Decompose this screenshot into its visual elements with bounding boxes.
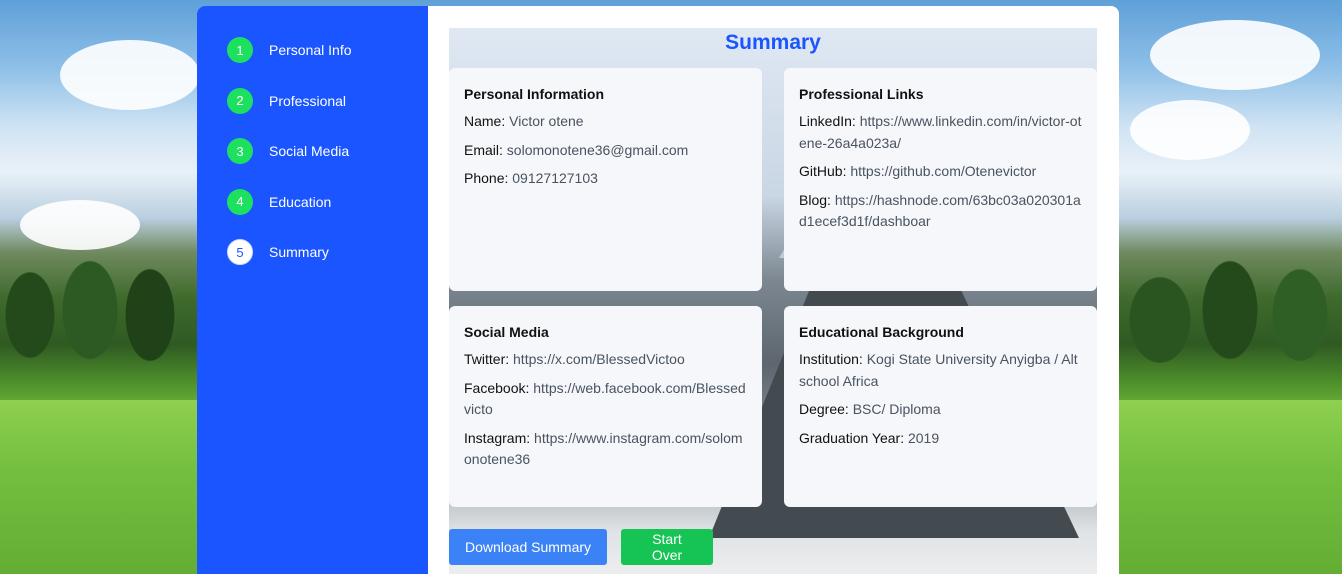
field-label: Facebook: (464, 379, 530, 396)
field-value: BSC/ Diploma (852, 401, 941, 417)
field-value: Victor otene (509, 113, 584, 129)
social-media-card: Social Media Twitter: https://x.com/Bles… (449, 306, 762, 507)
field-value: 09127127103 (512, 170, 598, 186)
step-label: Education (269, 193, 332, 210)
field-label: Name: (464, 113, 506, 129)
field-label: Email: (464, 141, 503, 158)
field-value: https://x.com/BlessedVictoo (513, 351, 685, 367)
step-number: 3 (227, 138, 253, 164)
name-field: Name: Victor otene (464, 111, 748, 133)
github-field: GitHub: https://github.com/Otenevictor (799, 161, 1083, 183)
step-personal-info[interactable]: 1 Personal Info (227, 36, 428, 64)
field-value: solomonotene36@gmail.com (506, 141, 689, 158)
start-over-button[interactable]: Start Over (621, 529, 713, 565)
field-label: Institution: (799, 351, 863, 367)
field-value: 2019 (907, 429, 940, 446)
card-heading: Educational Background (799, 324, 964, 340)
card-heading: Personal Information (464, 86, 605, 102)
steps-sidebar: 1 Personal Info 2 Professional 3 Social … (197, 6, 428, 574)
field-label: Degree: (799, 401, 849, 417)
step-label: Personal Info (269, 42, 352, 58)
step-number: 5 (227, 239, 253, 265)
step-number: 4 (227, 188, 253, 215)
step-label: Summary (269, 244, 329, 260)
field-label: LinkedIn: (799, 113, 856, 129)
instagram-field: Instagram: https://www.instagram.com/sol… (464, 428, 748, 471)
phone-field: Phone: 09127127103 (464, 168, 748, 190)
download-summary-button[interactable]: Download Summary (449, 529, 607, 565)
step-number: 1 (227, 37, 253, 63)
professional-links-card: Professional Links LinkedIn: https://www… (784, 68, 1097, 291)
field-label: Twitter: (464, 351, 510, 367)
card-heading: Social Media (464, 324, 549, 340)
step-education[interactable]: 4 Education (227, 188, 428, 216)
degree-field: Degree: BSC/ Diploma (799, 399, 1083, 421)
graduation-year-field: Graduation Year: 2019 (799, 428, 1083, 450)
personal-information-card: Personal Information Name: Victor otene … (449, 68, 762, 291)
field-label: Blog: (799, 191, 831, 208)
facebook-field: Facebook: https://web.facebook.com/Bless… (464, 378, 748, 421)
institution-field: Institution: Kogi State University Anyig… (799, 349, 1083, 392)
summary-panel: Summary Personal Information Name: Victo… (428, 6, 1119, 574)
step-number: 2 (227, 87, 253, 114)
field-label: Graduation Year: (799, 429, 905, 446)
twitter-field: Twitter: https://x.com/BlessedVictoo (464, 349, 748, 371)
email-field: Email: solomonotene36@gmail.com (464, 140, 748, 162)
form-wizard-card: 1 Personal Info 2 Professional 3 Social … (197, 6, 1119, 574)
field-label: GitHub: (799, 163, 847, 179)
linkedin-field: LinkedIn: https://www.linkedin.com/in/vi… (799, 111, 1083, 154)
step-social-media[interactable]: 3 Social Media (227, 137, 428, 165)
page-title: Summary (725, 31, 821, 54)
step-label: Professional (269, 92, 347, 109)
field-value: https://github.com/Otenevictor (850, 163, 1037, 179)
blog-field: Blog: https://hashnode.com/63bc03a020301… (799, 190, 1083, 233)
educational-background-card: Educational Background Institution: Kogi… (784, 306, 1097, 507)
action-bar: Download Summary Start Over (449, 529, 1097, 565)
card-heading: Professional Links (799, 86, 924, 102)
step-label: Social Media (269, 143, 350, 159)
step-summary[interactable]: 5 Summary (227, 238, 428, 266)
step-professional[interactable]: 2 Professional (227, 87, 428, 115)
field-value: https://hashnode.com/63bc03a020301ad1ece… (799, 191, 1081, 230)
field-label: Phone: (464, 170, 509, 186)
field-label: Instagram: (464, 429, 531, 446)
summary-grid: Personal Information Name: Victor otene … (449, 68, 1097, 507)
